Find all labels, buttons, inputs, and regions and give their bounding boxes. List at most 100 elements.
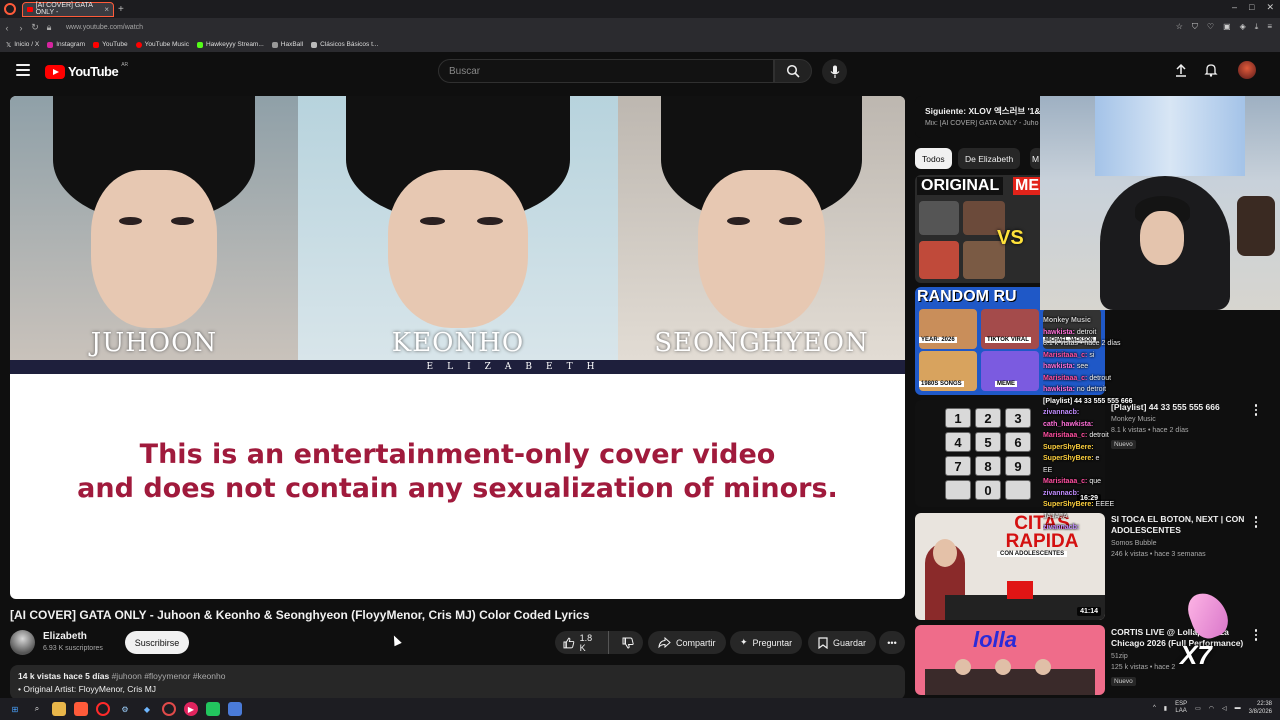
taskbar: ⊞ ⌕ ⚙ ◆ ▶ ^ ▮ ESP LAA ▭ ◠ ◁ ▬ 22:38 3/8/… xyxy=(0,698,1280,720)
like-button[interactable]: 1.8 K xyxy=(555,631,609,654)
opera-icon[interactable] xyxy=(96,702,110,716)
share-button[interactable]: Compartir xyxy=(648,631,726,654)
bookmark-star-icon[interactable]: ☆ xyxy=(1176,22,1183,32)
address-bar: ‹ › ↻ 🔒︎ www.youtube.com/watch ☆ ⛉ ♡ ▣ ◈… xyxy=(0,18,1280,37)
channel-name[interactable]: Elizabeth xyxy=(43,631,87,642)
bookmark-youtube[interactable]: YouTube xyxy=(93,41,128,48)
tab-close-icon[interactable]: × xyxy=(104,5,109,14)
more-vertical-icon[interactable] xyxy=(1252,404,1260,416)
video-player[interactable]: JUHOON KEONHO SEONGHYEON ELIZABETH This … xyxy=(10,96,905,599)
dislike-button[interactable] xyxy=(614,631,643,654)
hamburger-menu-icon[interactable] xyxy=(16,64,30,76)
video-channel-1[interactable]: Monkey Music xyxy=(1111,416,1246,423)
channel-avatar[interactable] xyxy=(10,630,35,655)
search-taskbar-icon[interactable]: ⌕ xyxy=(30,702,44,716)
chip-all[interactable]: Todos xyxy=(915,148,952,169)
volume-icon[interactable]: ◁ xyxy=(1222,705,1227,712)
reload-icon[interactable]: ↻ xyxy=(28,22,42,33)
browser-logo-icon[interactable] xyxy=(4,3,16,15)
youtube-play-icon xyxy=(45,64,65,79)
more-vertical-icon[interactable] xyxy=(1252,629,1260,641)
ask-button[interactable]: ✦ Preguntar xyxy=(730,631,803,654)
extensions-icon[interactable]: ◈ xyxy=(1240,22,1246,32)
member-name: SEONGHYEON xyxy=(654,328,869,358)
new-badge: Nuevo xyxy=(1111,440,1136,449)
bookmark-haxball[interactable]: HaxBall xyxy=(271,41,303,48)
video-thumbnail-keypad[interactable]: 123 456 789 0 16:29 xyxy=(915,400,1105,507)
hashtags[interactable]: #juhoon #floyymenor #keonho xyxy=(112,671,226,681)
user-avatar[interactable] xyxy=(1238,61,1256,79)
heart-icon[interactable]: ♡ xyxy=(1207,22,1214,32)
upload-button[interactable] xyxy=(1173,62,1189,78)
file-explorer-icon[interactable] xyxy=(52,702,66,716)
url-field[interactable]: www.youtube.com/watch xyxy=(66,24,143,31)
search-button[interactable] xyxy=(774,59,812,83)
next-title: Siguiente: XLOV 엑스러브 '1& xyxy=(925,106,1041,116)
more-actions-button[interactable]: ••• xyxy=(879,631,905,654)
more-vertical-icon[interactable] xyxy=(1252,516,1260,528)
close-window-icon[interactable]: ✕ xyxy=(1266,2,1274,13)
wifi-icon[interactable]: ◠ xyxy=(1209,705,1214,712)
window-controls: – □ ✕ xyxy=(1232,2,1274,13)
member-name: KEONHO xyxy=(391,328,525,358)
webcam-overlay xyxy=(1040,96,1280,310)
bookmark-x[interactable]: 𝕏 Inicio / X xyxy=(6,41,39,49)
language-indicator[interactable]: ESP LAA xyxy=(1175,701,1187,715)
bookmark-youtube-music[interactable]: YouTube Music xyxy=(135,41,189,48)
chrome-icon[interactable] xyxy=(162,702,176,716)
download-icon[interactable]: ⤓ xyxy=(1255,22,1259,32)
bookmark-instagram[interactable]: Instagram xyxy=(47,41,85,48)
media-player-icon[interactable]: ▶ xyxy=(184,702,198,716)
back-icon[interactable]: ‹ xyxy=(0,23,14,33)
subscribe-button[interactable]: Suscribirse xyxy=(125,631,189,654)
autoplay-next-box[interactable] xyxy=(915,96,1045,138)
kick-app-icon[interactable] xyxy=(206,702,220,716)
new-tab-button[interactable]: + xyxy=(118,4,124,15)
notepad-icon[interactable] xyxy=(228,702,242,716)
maximize-icon[interactable]: □ xyxy=(1249,2,1254,13)
video-title-2[interactable]: SI TOCA EL BOTON, NEXT | CON ADOLESCENTE… xyxy=(1111,514,1246,536)
bookmark-hawkeyyy[interactable]: Hawkeyyy Stream... xyxy=(196,41,264,48)
bookmark-icon xyxy=(818,636,828,649)
youtube-logo[interactable]: YouTube AR xyxy=(45,62,128,79)
shield-icon[interactable]: ⛉ xyxy=(1192,22,1198,32)
video-title: [AI COVER] GATA ONLY - Juhoon & Keonho &… xyxy=(10,608,590,622)
app-icon[interactable]: ◆ xyxy=(140,702,154,716)
thumbs-down-icon xyxy=(622,637,635,649)
thumbnail-panel-seonghyeon: SEONGHYEON xyxy=(618,96,905,360)
tray-app-icon[interactable]: ▮ xyxy=(1164,705,1167,712)
video-title-1[interactable]: [Playlist] 44 33 555 555 666 xyxy=(1111,402,1246,413)
save-button[interactable]: Guardar xyxy=(808,631,877,654)
clock[interactable]: 22:38 3/8/2026 xyxy=(1249,700,1272,716)
like-count: 1.8 K xyxy=(579,632,593,653)
video-stats-2: 246 k vistas • hace 3 semanas xyxy=(1111,551,1206,558)
notifications-button[interactable] xyxy=(1203,62,1219,78)
video-thumbnail-cortis[interactable]: lolla xyxy=(915,625,1105,695)
upload-icon xyxy=(1176,63,1186,77)
monitor-icon[interactable]: ▭ xyxy=(1195,705,1201,712)
chip-from-channel[interactable]: De Elizabeth xyxy=(958,148,1021,169)
search-input[interactable]: Buscar xyxy=(438,59,774,83)
menu-icon[interactable]: ≡ xyxy=(1267,22,1272,32)
new-badge: Nuevo xyxy=(1111,677,1136,686)
video-channel-2[interactable]: Somos Bubble xyxy=(1111,540,1246,547)
description-box[interactable]: 14 k vistas hace 5 días #juhoon #floyyme… xyxy=(10,665,905,700)
search-icon xyxy=(786,64,800,78)
system-tray: ^ ▮ ESP LAA ▭ ◠ ◁ ▬ 22:38 3/8/2026 xyxy=(1153,700,1272,716)
battery-icon[interactable]: ▬ xyxy=(1235,705,1241,711)
minimize-icon[interactable]: – xyxy=(1232,2,1237,13)
steam-icon[interactable]: ⚙ xyxy=(118,702,132,716)
voice-search-button[interactable] xyxy=(822,59,847,84)
lock-icon: 🔒︎ xyxy=(46,22,52,32)
browser-tab-bar: [AI COVER] GATA ONLY - × + – □ ✕ xyxy=(0,0,1280,18)
bookmark-clasicos[interactable]: Clásicos Básicos t... xyxy=(311,41,378,48)
view-stats: 14 k vistas hace 5 días xyxy=(18,671,110,681)
tray-chevron-icon[interactable]: ^ xyxy=(1153,705,1156,711)
wallet-icon[interactable]: ▣ xyxy=(1223,22,1231,32)
browser-tab[interactable]: [AI COVER] GATA ONLY - × xyxy=(22,1,114,17)
windows-start-icon[interactable]: ⊞ xyxy=(8,702,22,716)
forward-icon[interactable]: › xyxy=(14,23,28,33)
brave-browser-icon[interactable] xyxy=(74,702,88,716)
video-thumbnail-citas[interactable]: CITAS RAPIDA CON ADOLESCENTES 41:14 xyxy=(915,513,1105,620)
hand-icon xyxy=(1183,587,1233,643)
